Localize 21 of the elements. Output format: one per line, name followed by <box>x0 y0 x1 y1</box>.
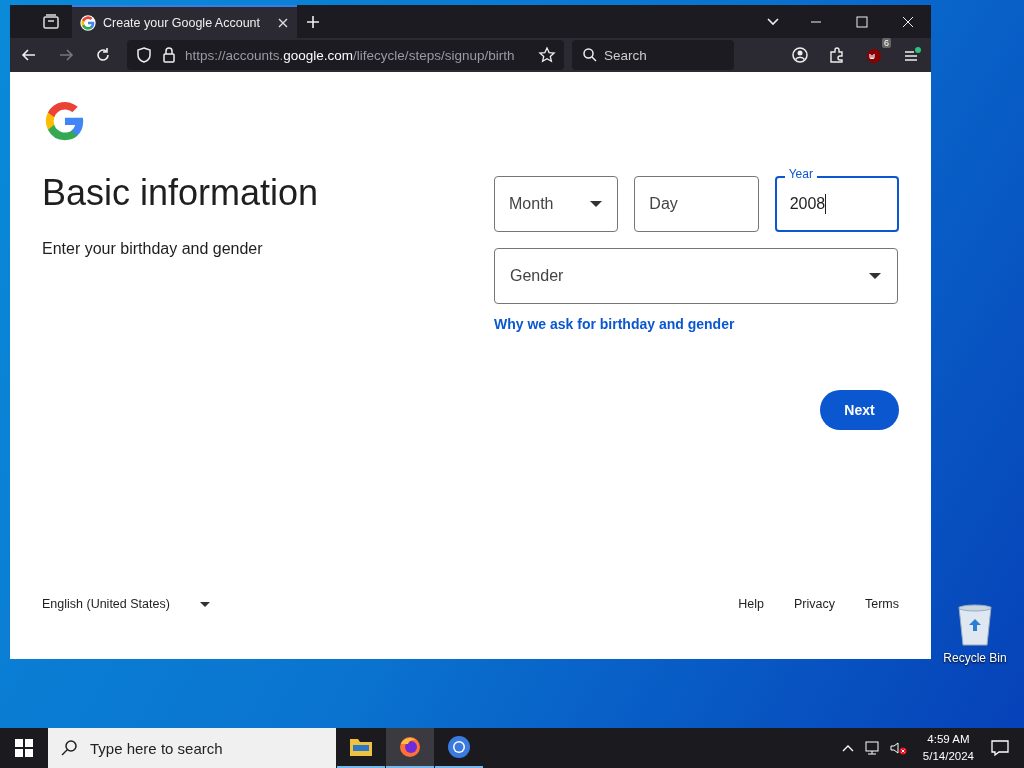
language-dropdown[interactable]: English (United States) <box>42 597 210 611</box>
browser-tab[interactable]: Create your Google Account <box>72 5 297 38</box>
clock[interactable]: 4:59 AM 5/14/2024 <box>922 731 974 765</box>
extension-badge: 6 <box>882 38 891 48</box>
footer-link[interactable]: Terms <box>864 597 899 611</box>
month-dropdown[interactable]: Month <box>494 167 619 232</box>
url-text: https://accounts.google.com/lifecycle/steps/signup/birth <box>185 47 516 63</box>
field-label: Year <box>784 167 817 181</box>
next-button[interactable]: Next <box>820 390 899 430</box>
desktop-icon-label[interactable]: Recycle Bin <box>943 651 1007 665</box>
date-field[interactable]: Year 2008 <box>774 167 899 232</box>
taskbar-search-field[interactable]: Type here to search <box>48 728 336 768</box>
page-subtitle: Enter your birthday and gender <box>42 240 264 258</box>
search-field[interactable]: Search <box>572 40 734 70</box>
date-field[interactable]: Day <box>634 167 759 232</box>
footer-link[interactable]: Help <box>738 597 764 611</box>
gender-dropdown[interactable]: Gender <box>494 248 898 304</box>
birthday-info-link[interactable]: Why we ask for birthday and gender <box>494 316 735 332</box>
address-bar[interactable]: https://accounts.google.com/lifecycle/steps/signup/birth <box>127 40 564 70</box>
page-heading: Basic information <box>42 172 320 214</box>
footer-link[interactable]: Privacy <box>794 597 835 611</box>
